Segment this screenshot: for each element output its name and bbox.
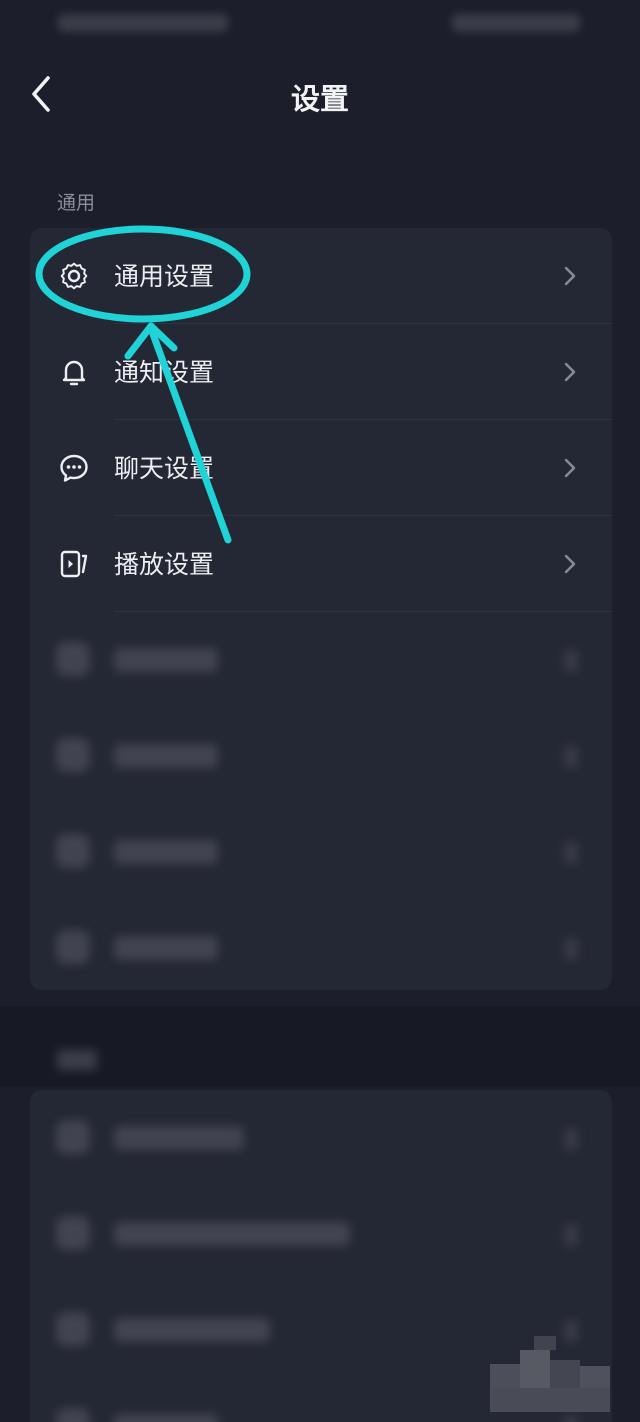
blurred-label (114, 1222, 350, 1246)
settings-item-blurred[interactable] (30, 708, 612, 804)
settings-item-blurred[interactable] (30, 804, 612, 900)
blurred-chevron (564, 1224, 578, 1246)
blurred-chevron (564, 938, 578, 960)
blurred-label (114, 648, 218, 672)
gear-icon (60, 262, 88, 290)
blurred-icon (56, 738, 90, 772)
blurred-label (114, 1318, 270, 1342)
chevron-right-icon (564, 266, 576, 286)
blurred-icon (56, 1312, 90, 1346)
status-time-battery-blurred (452, 14, 580, 32)
settings-item-label: 通用设置 (114, 262, 215, 291)
status-bar (0, 0, 640, 48)
play-device-icon (60, 550, 88, 578)
blurred-icon (56, 642, 90, 676)
section-label-general: 通用 (57, 192, 96, 214)
watermark-mosaic (490, 1336, 610, 1412)
status-carrier-blurred (58, 14, 228, 32)
chevron-right-icon (564, 554, 576, 574)
blurred-label (114, 840, 218, 864)
blurred-chevron (564, 746, 578, 768)
blurred-label (114, 744, 218, 768)
settings-item-label: 通知设置 (114, 358, 215, 387)
blurred-chevron (564, 1416, 578, 1422)
blurred-icon (56, 930, 90, 964)
section-label-blurred (57, 1050, 97, 1070)
settings-item-chat[interactable]: 聊天设置 (30, 420, 612, 516)
blurred-label (114, 936, 218, 960)
chat-bubble-icon (60, 454, 88, 482)
blurred-icon (56, 1216, 90, 1250)
chevron-right-icon (564, 458, 576, 478)
settings-item-blurred[interactable] (30, 612, 612, 708)
page-title: 设置 (290, 82, 349, 116)
blurred-chevron (564, 1128, 578, 1150)
blurred-chevron (564, 650, 578, 672)
settings-item-blurred[interactable] (30, 900, 612, 990)
blurred-chevron (564, 842, 578, 864)
settings-card: 通用设置 通知设置 聊天设置 播放设置 (30, 228, 612, 990)
blurred-label (114, 1414, 218, 1422)
settings-item-playback[interactable]: 播放设置 (30, 516, 612, 612)
bell-icon (62, 360, 86, 386)
section-gap (0, 1006, 640, 1086)
settings-item-general[interactable]: 通用设置 (30, 228, 612, 324)
settings-item-label: 播放设置 (114, 550, 215, 579)
settings-item-blurred[interactable] (30, 1186, 612, 1282)
chevron-right-icon (564, 362, 576, 382)
blurred-icon (56, 1408, 90, 1422)
blurred-icon (56, 1120, 90, 1154)
blurred-icon (56, 834, 90, 868)
blurred-label (114, 1126, 244, 1150)
nav-header: 设置 (0, 56, 640, 136)
settings-item-label: 聊天设置 (114, 454, 215, 483)
settings-item-notification[interactable]: 通知设置 (30, 324, 612, 420)
settings-item-blurred[interactable] (30, 1090, 612, 1186)
